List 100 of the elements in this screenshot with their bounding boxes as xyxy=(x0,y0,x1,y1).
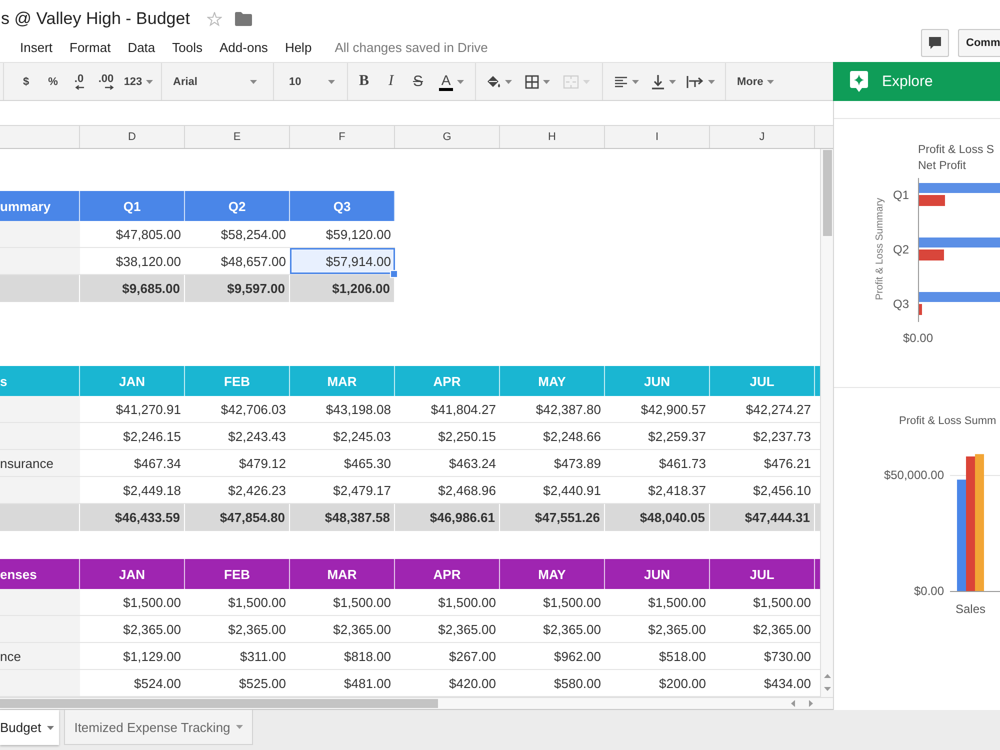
scrollbar-thumb[interactable] xyxy=(0,699,438,708)
column-title: FEB xyxy=(185,366,290,396)
bold-button[interactable]: B xyxy=(354,68,374,94)
more-button[interactable]: More xyxy=(731,68,781,94)
text-wrap-icon xyxy=(686,74,704,88)
comment-button[interactable] xyxy=(921,29,949,57)
menu-item[interactable]: Add-ons xyxy=(220,40,268,54)
folder-icon[interactable] xyxy=(234,12,252,26)
table-cell-text: $2,365.00 xyxy=(332,620,392,638)
horizontal-scrollbar[interactable] xyxy=(0,697,833,710)
scrollbar-thumb[interactable] xyxy=(822,150,832,236)
caret-icon xyxy=(250,80,257,84)
scroll-right-icon[interactable] xyxy=(809,700,813,707)
menu-item[interactable]: Data xyxy=(128,40,156,54)
axis-tick-label: $50,000.00 xyxy=(884,468,944,482)
caret-icon xyxy=(632,80,638,84)
merge-cells-icon xyxy=(562,74,578,88)
column-header[interactable]: H xyxy=(500,126,605,148)
column-title: FEB xyxy=(185,559,290,589)
font-size-dropdown[interactable]: 10 xyxy=(279,68,342,94)
scroll-down-icon[interactable] xyxy=(824,687,830,691)
number-format-button[interactable]: 123 xyxy=(121,68,156,94)
column-header[interactable]: I xyxy=(605,126,710,148)
decrease-decimals-button[interactable]: .0 xyxy=(68,68,90,94)
comments-button[interactable]: Comm xyxy=(958,29,1000,57)
category-label: Q3 xyxy=(893,297,910,311)
explore-title: Explore xyxy=(882,73,933,90)
chart-bar xyxy=(919,304,922,315)
column-title: Q3 xyxy=(290,191,395,221)
table-cell-text: $2,250.15 xyxy=(437,428,497,446)
document-title[interactable]: s @ Valley High - Budget xyxy=(1,9,190,29)
caret-icon xyxy=(236,725,244,729)
table-cell-text: $42,387.80 xyxy=(534,400,602,418)
strikethrough-button[interactable]: S xyxy=(408,68,428,94)
table-cell-text: $1,500.00 xyxy=(752,594,812,612)
table-cell-text: $311.00 xyxy=(238,648,287,666)
table-cell-text: $38,120.00 xyxy=(114,252,182,270)
category-label: Q2 xyxy=(893,242,910,256)
caret-icon xyxy=(328,80,335,84)
caret-icon xyxy=(505,80,512,84)
font-dropdown[interactable]: Arial xyxy=(167,68,268,94)
star-icon[interactable] xyxy=(206,12,222,26)
sheet-tab[interactable]: Budget xyxy=(0,710,60,745)
text-color-button[interactable]: A xyxy=(434,68,469,94)
increase-decimals-button[interactable]: .00 xyxy=(93,68,119,94)
left-arrow-icon xyxy=(74,84,84,90)
column-title: APR xyxy=(395,366,500,396)
table-cell-text: $2,365.00 xyxy=(542,620,602,638)
column-title: JUN xyxy=(605,366,710,396)
table-cell-text: $2,248.66 xyxy=(542,428,602,446)
x-axis-line xyxy=(950,591,1000,592)
vertical-scrollbar[interactable] xyxy=(820,149,833,697)
column-header[interactable]: G xyxy=(395,126,500,148)
table-cell: $47,444.31 xyxy=(710,504,815,531)
italic-button[interactable]: I xyxy=(381,68,401,94)
swatch-icon xyxy=(439,88,453,90)
table-cell-text: $42,706.03 xyxy=(220,400,287,418)
axis-label: Profit & Loss Summary xyxy=(874,198,886,300)
table-cell: $9,597.00 xyxy=(185,275,290,302)
caret-icon xyxy=(47,726,54,730)
column-title: MAY xyxy=(500,559,605,589)
table-cell-text: $2,246.15 xyxy=(122,428,182,446)
caret-icon xyxy=(457,80,464,84)
column-header[interactable]: F xyxy=(290,126,395,148)
table-cell-text: $2,418.37 xyxy=(647,482,707,500)
scroll-left-icon[interactable] xyxy=(791,700,795,707)
caret-icon xyxy=(708,80,715,84)
column-header[interactable]: D xyxy=(80,126,185,148)
scroll-up-icon[interactable] xyxy=(824,674,830,678)
table-cell-text: $59,120.00 xyxy=(324,226,392,244)
menu-item[interactable]: Tools xyxy=(172,40,203,54)
explore-icon xyxy=(850,71,868,92)
table-cell-text: $434.00 xyxy=(763,674,812,692)
table-cell-text: $42,900.57 xyxy=(640,400,707,418)
chart-title: Profit & Loss S xyxy=(918,144,994,156)
caret-icon xyxy=(767,80,774,84)
explore-header[interactable]: Explore xyxy=(833,62,1000,101)
menu-item[interactable]: Help xyxy=(284,40,312,54)
table-cell-text: $43,198.08 xyxy=(324,400,392,418)
percent-format-button[interactable]: % xyxy=(43,68,63,94)
chart-bar xyxy=(919,250,944,260)
table-cell: $47,551.26 xyxy=(500,504,605,531)
table-cell-text: $461.73 xyxy=(658,454,707,472)
table-cell-text: $1,129.00 xyxy=(122,648,182,666)
table-cell-text: $473.89 xyxy=(553,454,602,472)
table-cell: $9,685.00 xyxy=(80,275,185,302)
menu-item[interactable]: Insert xyxy=(20,40,53,54)
column-header[interactable]: J xyxy=(710,126,815,148)
table-cell-text: $730.00 xyxy=(763,648,812,666)
menu-item[interactable]: Format xyxy=(70,40,111,54)
column-header[interactable]: E xyxy=(185,126,290,148)
fill-handle-icon[interactable] xyxy=(390,270,398,278)
table-cell: $57,914.00 xyxy=(290,248,395,274)
sheet-tab[interactable]: Itemized Expense Tracking xyxy=(64,710,254,745)
axis-tick-label: $0.00 xyxy=(914,584,944,598)
table-cell: nce xyxy=(0,643,80,669)
currency-format-button[interactable]: $ xyxy=(16,68,36,94)
table-cell-text: $41,270.91 xyxy=(114,400,182,418)
table-cell-text: $476.21 xyxy=(763,454,812,472)
table-cell-text: $2,456.10 xyxy=(752,482,812,500)
